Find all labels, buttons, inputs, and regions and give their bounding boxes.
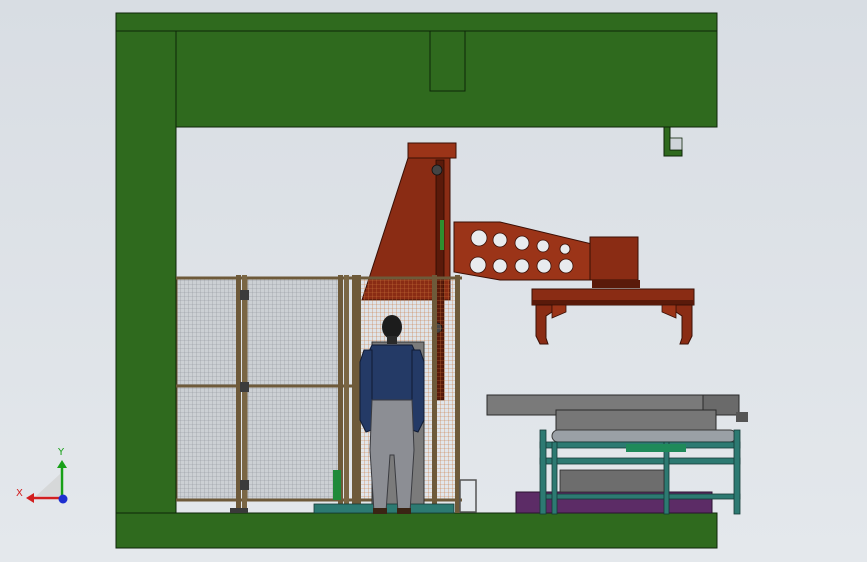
station-roller — [551, 429, 737, 443]
triad-plane — [36, 474, 60, 496]
cell-green-block — [333, 470, 341, 500]
operator-left-shoe — [373, 508, 387, 514]
frame-left-column — [115, 30, 177, 549]
frame-hook-slot — [669, 137, 683, 151]
station-frame-mid — [539, 457, 741, 465]
station-frame-low — [539, 493, 741, 500]
station-side-bracket — [736, 412, 748, 422]
triad-y-arrow — [57, 460, 67, 468]
frame-top-beam — [115, 12, 718, 128]
station-leg-1 — [539, 429, 547, 515]
robot-gripper-right-finger — [675, 304, 693, 345]
conveyor-station[interactable] — [486, 394, 748, 515]
axis-triad: X Y — [16, 447, 68, 504]
operator-right-arm — [411, 349, 425, 433]
station-leg-4 — [733, 429, 741, 515]
cell-post-right — [455, 275, 460, 513]
fence-hinge-1 — [240, 290, 249, 300]
cell-post-mid — [432, 275, 437, 513]
operator-right-shoe — [397, 508, 411, 514]
fence-post-2 — [242, 275, 247, 513]
fence-hinge-2 — [240, 382, 249, 392]
triad-x-arrow — [26, 493, 34, 503]
robot-gripper-left-link — [551, 304, 567, 319]
operator-neck — [387, 336, 397, 344]
station-inner-box — [559, 469, 665, 493]
frame-beam-notch — [429, 30, 466, 92]
frame-base — [115, 512, 718, 549]
station-middle-block — [555, 409, 717, 433]
model-canvas[interactable]: X Y — [0, 0, 867, 562]
robot-gripper-mount — [592, 280, 640, 288]
robot-gripper-right-link — [661, 304, 677, 319]
robot-arm-box — [589, 236, 639, 281]
fence-hinge-3 — [240, 480, 249, 490]
robot-gripper-bar-edge — [532, 300, 694, 305]
fence-panel-2 — [246, 277, 340, 501]
station-leg-2 — [551, 441, 558, 515]
fence-foot-1 — [230, 508, 248, 513]
fence-panel-1 — [176, 277, 238, 501]
station-leg-3 — [663, 441, 670, 515]
station-green-fixture — [626, 444, 686, 452]
fence-post-1 — [236, 275, 241, 513]
cell-right-bracket — [459, 479, 477, 513]
cad-viewport[interactable]: X Y — [0, 0, 867, 562]
fence-post-4 — [344, 275, 349, 513]
operator-head — [382, 315, 402, 339]
triad-y-label: Y — [57, 447, 65, 458]
triad-z-axis — [58, 494, 68, 504]
robot-green-rail — [440, 220, 444, 250]
operator-left-arm — [359, 349, 373, 433]
triad-x-label: X — [16, 488, 23, 499]
robot-pulley-top — [431, 164, 443, 176]
safety-fence[interactable] — [176, 275, 360, 513]
robot-gripper-left-finger — [535, 304, 553, 345]
robot-head — [407, 142, 457, 159]
